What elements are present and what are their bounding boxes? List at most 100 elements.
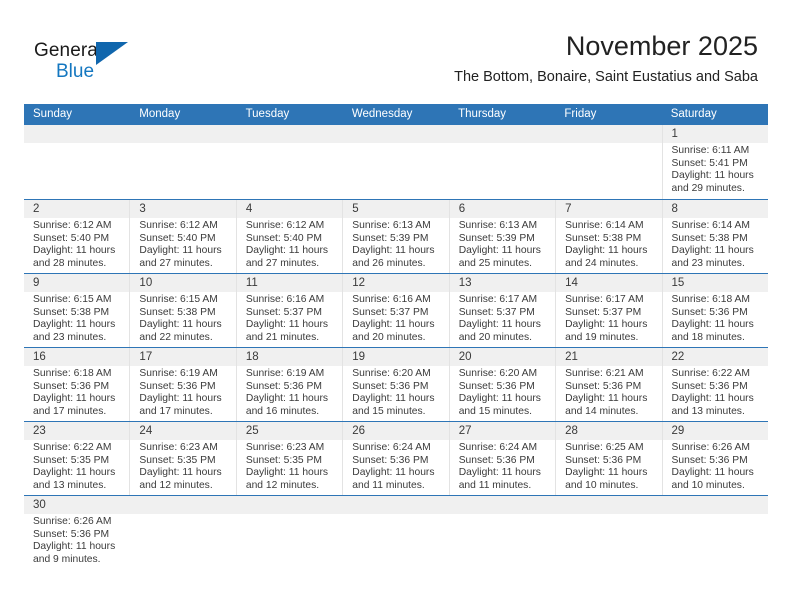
sunrise-text: Sunrise: 6:13 AM <box>458 220 538 231</box>
day-cell-empty <box>342 496 448 587</box>
day-cell[interactable]: 2 Sunrise: 6:12 AM Sunset: 5:40 PM Daylight… <box>24 200 129 273</box>
day-cell[interactable]: 4 Sunrise: 6:12 AM Sunset: 5:40 PM Daylight… <box>235 200 342 273</box>
daylight-text-line1: Daylight: 11 hours <box>565 467 648 479</box>
day-cell[interactable]: 1 Sunrise: 6:11 AM Sunset: 5:41 PM Daylight… <box>661 125 768 199</box>
sunset-text: Sunset: 5:36 PM <box>671 380 748 392</box>
sunrise-text: Sunrise: 6:17 AM <box>565 294 644 305</box>
day-cell[interactable]: 13 Sunrise: 6:17 AM Sunset: 5:37 PM Dayligh… <box>448 274 555 347</box>
day-cell[interactable]: 10 Sunrise: 6:15 AM Sunset: 5:38 PM Dayligh… <box>129 274 235 347</box>
day-number <box>139 496 229 514</box>
day-sun-info: Sunrise: 6:12 AM Sunset: 5:40 PM Daylight:… <box>139 220 229 270</box>
weekday-header-monday: Monday <box>139 108 181 120</box>
sunrise-text: Sunrise: 6:21 AM <box>565 368 644 379</box>
day-sun-info: Sunrise: 6:13 AM Sunset: 5:39 PM Daylight:… <box>352 220 442 270</box>
day-cell[interactable]: 8 Sunrise: 6:14 AM Sunset: 5:38 PM Daylight… <box>661 200 768 273</box>
day-cell[interactable]: 28 Sunrise: 6:25 AM Sunset: 5:36 PM Dayligh… <box>555 422 661 495</box>
page-subtitle: The Bottom, Bonaire, Saint Eustatius and… <box>454 69 758 85</box>
daylight-text-line2: and 10 minutes. <box>565 479 639 491</box>
page-title: November 2025 <box>565 31 758 61</box>
day-cell[interactable]: 3 Sunrise: 6:12 AM Sunset: 5:40 PM Daylight… <box>129 200 235 273</box>
sunset-text: Sunset: 5:36 PM <box>352 454 429 466</box>
day-sun-info: Sunrise: 6:16 AM Sunset: 5:37 PM Daylight:… <box>352 294 442 344</box>
sunrise-text: Sunrise: 6:12 AM <box>33 220 112 231</box>
daylight-text-line2: and 18 minutes. <box>671 331 745 343</box>
day-cell[interactable]: 24 Sunrise: 6:23 AM Sunset: 5:35 PM Dayligh… <box>129 422 235 495</box>
day-cell[interactable]: 16 Sunrise: 6:18 AM Sunset: 5:36 PM Dayligh… <box>24 348 129 421</box>
day-cell[interactable]: 18 Sunrise: 6:19 AM Sunset: 5:36 PM Dayligh… <box>235 348 342 421</box>
sunrise-text: Sunrise: 6:24 AM <box>458 442 538 453</box>
calendar-grid: Sunday Monday Tuesday Wednesday Thursday… <box>24 104 768 587</box>
daylight-text-line1: Daylight: 11 hours <box>671 467 754 479</box>
day-number: 9 <box>33 277 40 289</box>
sunset-text: Sunset: 5:38 PM <box>671 232 748 244</box>
logo-text-blue: Blue <box>56 61 95 82</box>
daylight-text-line2: and 10 minutes. <box>671 479 745 491</box>
day-number: 14 <box>565 277 578 289</box>
day-sun-info: Sunrise: 6:25 AM Sunset: 5:36 PM Daylight:… <box>565 442 655 492</box>
day-cell[interactable]: 6 Sunrise: 6:13 AM Sunset: 5:39 PM Daylight… <box>448 200 555 273</box>
weekday-header-thursday: Thursday <box>458 108 507 120</box>
sunrise-text: Sunrise: 6:15 AM <box>33 294 112 305</box>
daylight-text-line2: and 9 minutes. <box>33 553 101 565</box>
daylight-text-line2: and 11 minutes. <box>458 479 532 491</box>
day-cell[interactable]: 26 Sunrise: 6:24 AM Sunset: 5:36 PM Dayligh… <box>342 422 448 495</box>
day-sun-info: Sunrise: 6:17 AM Sunset: 5:37 PM Daylight:… <box>459 294 549 344</box>
sunset-text: Sunset: 5:37 PM <box>352 306 429 318</box>
day-cell-empty <box>236 125 342 199</box>
day-number: 25 <box>245 425 259 437</box>
sunset-text: Sunset: 5:36 PM <box>33 380 110 392</box>
daylight-text-line2: and 27 minutes. <box>245 257 320 269</box>
day-cell[interactable]: 21 Sunrise: 6:21 AM Sunset: 5:36 PM Dayligh… <box>555 348 661 421</box>
day-cell[interactable]: 29 Sunrise: 6:26 AM Sunset: 5:36 PM Dayligh… <box>661 422 768 495</box>
daylight-text-line2: and 14 minutes. <box>565 405 639 417</box>
day-cell[interactable]: 23 Sunrise: 6:22 AM Sunset: 5:35 PM Dayligh… <box>24 422 129 495</box>
calendar-page: General Blue November 2025 The Bottom, B… <box>0 0 792 612</box>
day-cell[interactable]: 17 Sunrise: 6:19 AM Sunset: 5:36 PM Dayligh… <box>129 348 235 421</box>
day-cell[interactable]: 22 Sunrise: 6:22 AM Sunset: 5:36 PM Dayligh… <box>661 348 768 421</box>
day-cell[interactable]: 14 Sunrise: 6:17 AM Sunset: 5:37 PM Dayligh… <box>555 274 661 347</box>
sunset-text: Sunset: 5:36 PM <box>458 380 535 392</box>
daylight-text-line2: and 23 minutes. <box>671 257 745 269</box>
day-sun-info: Sunrise: 6:17 AM Sunset: 5:37 PM Daylight:… <box>565 294 655 344</box>
day-number: 12 <box>352 277 366 289</box>
day-cell[interactable]: 27 Sunrise: 6:24 AM Sunset: 5:36 PM Dayligh… <box>448 422 555 495</box>
day-cell[interactable]: 15 Sunrise: 6:18 AM Sunset: 5:36 PM Dayligh… <box>661 274 768 347</box>
day-number: 20 <box>458 351 472 363</box>
general-blue-logo[interactable]: General Blue <box>34 40 164 88</box>
sunset-text: Sunset: 5:40 PM <box>33 232 110 244</box>
daylight-text-line1: Daylight: 11 hours <box>458 319 541 331</box>
day-cell-empty <box>129 496 235 587</box>
daylight-text-line1: Daylight: 11 hours <box>245 467 329 479</box>
week-row: 2 Sunrise: 6:12 AM Sunset: 5:40 PM Daylight… <box>24 199 768 273</box>
sunrise-text: Sunrise: 6:19 AM <box>139 368 218 379</box>
day-cell[interactable]: 7 Sunrise: 6:14 AM Sunset: 5:38 PM Daylight… <box>555 200 661 273</box>
day-cell[interactable]: 12 Sunrise: 6:16 AM Sunset: 5:37 PM Dayligh… <box>342 274 448 347</box>
daylight-text-line1: Daylight: 11 hours <box>33 393 116 405</box>
day-cell[interactable]: 9 Sunrise: 6:15 AM Sunset: 5:38 PM Daylight… <box>24 274 129 347</box>
sunset-text: Sunset: 5:36 PM <box>352 380 429 392</box>
day-number: 2 <box>33 203 40 215</box>
day-cell[interactable]: 25 Sunrise: 6:23 AM Sunset: 5:35 PM Dayligh… <box>235 422 342 495</box>
day-sun-info: Sunrise: 6:15 AM Sunset: 5:38 PM Daylight:… <box>33 294 123 344</box>
day-cell-empty <box>449 125 555 199</box>
day-cell-empty <box>24 125 129 199</box>
daylight-text-line2: and 13 minutes. <box>33 479 107 491</box>
day-cell[interactable]: 5 Sunrise: 6:13 AM Sunset: 5:39 PM Daylight… <box>342 200 448 273</box>
daylight-text-line1: Daylight: 11 hours <box>671 170 754 182</box>
week-row: 23 Sunrise: 6:22 AM Sunset: 5:35 PM Dayligh… <box>24 421 768 495</box>
day-cell[interactable]: 30 Sunrise: 6:26 AM Sunset: 5:36 PM Dayligh… <box>24 496 129 587</box>
day-cell-empty <box>342 125 448 199</box>
sunset-text: Sunset: 5:36 PM <box>671 454 748 466</box>
daylight-text-line2: and 16 minutes. <box>245 405 320 417</box>
daylight-text-line1: Daylight: 11 hours <box>33 319 116 331</box>
day-cell[interactable]: 20 Sunrise: 6:20 AM Sunset: 5:36 PM Dayligh… <box>448 348 555 421</box>
page-header: General Blue November 2025 The Bottom, B… <box>0 0 792 100</box>
day-cell[interactable]: 11 Sunrise: 6:16 AM Sunset: 5:37 PM Dayligh… <box>235 274 342 347</box>
sunset-text: Sunset: 5:36 PM <box>565 454 642 466</box>
day-number: 8 <box>671 203 678 215</box>
sunrise-text: Sunrise: 6:19 AM <box>245 368 325 379</box>
day-number <box>33 125 123 143</box>
day-sun-info: Sunrise: 6:13 AM Sunset: 5:39 PM Daylight:… <box>459 220 549 270</box>
day-cell[interactable]: 19 Sunrise: 6:20 AM Sunset: 5:36 PM Dayligh… <box>342 348 448 421</box>
sunrise-text: Sunrise: 6:23 AM <box>139 442 218 453</box>
